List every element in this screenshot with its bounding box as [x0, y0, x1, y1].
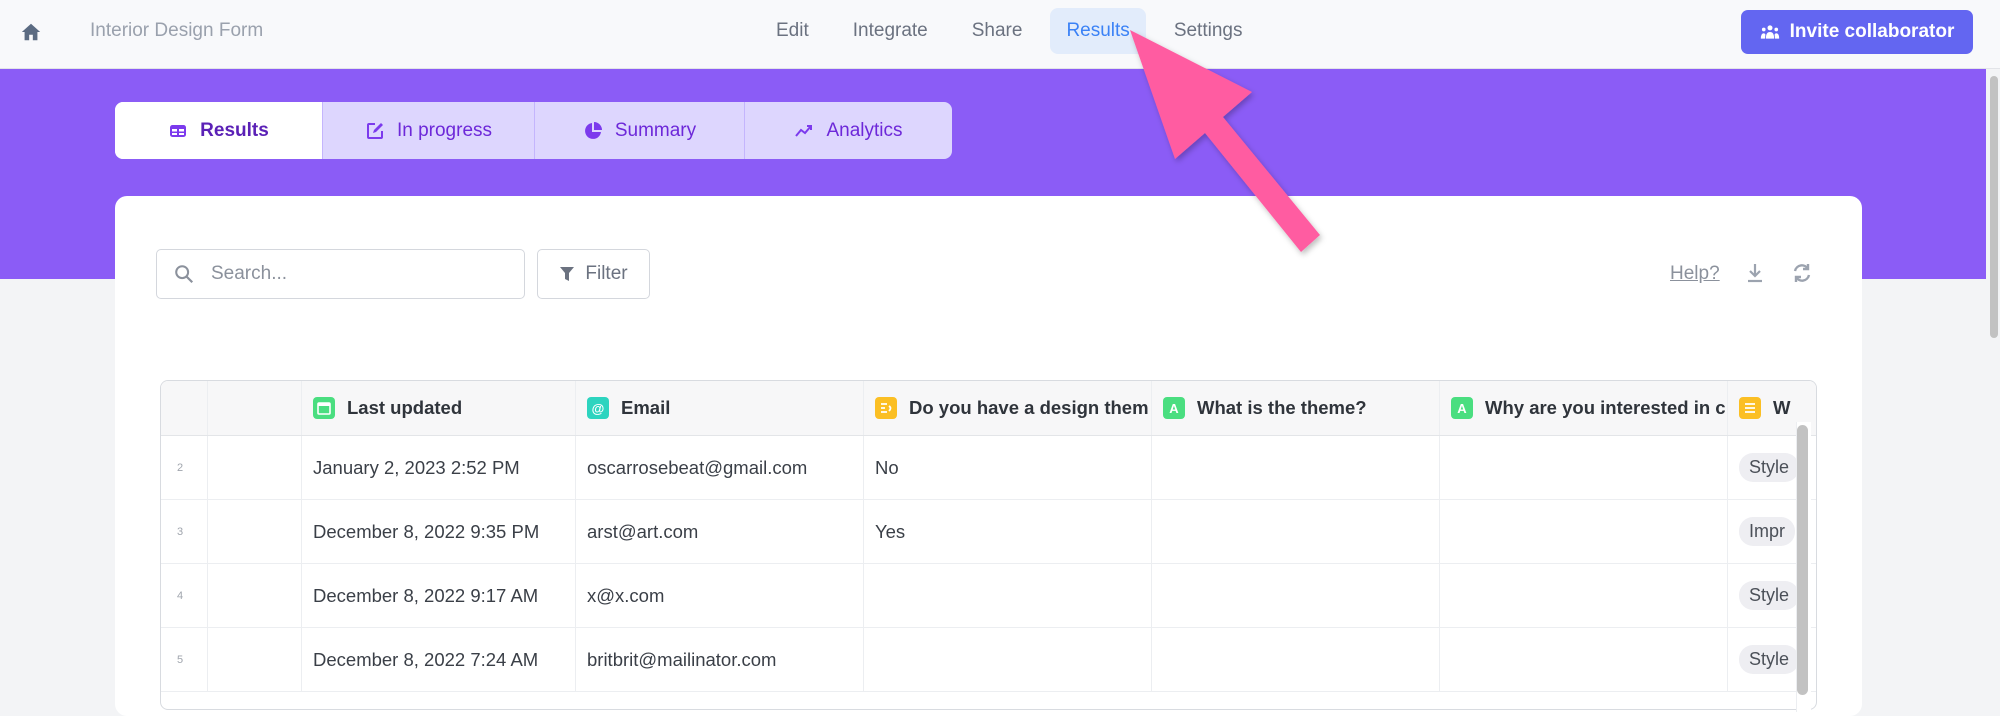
header-row-number — [161, 381, 208, 435]
cell-why-interested — [1440, 628, 1728, 691]
page-scrollbar-thumb[interactable] — [1990, 76, 1998, 338]
cell-why-interested — [1440, 564, 1728, 627]
calendar-icon — [313, 397, 335, 419]
header-email-label: Email — [621, 397, 671, 418]
cell-design-theme — [864, 564, 1152, 627]
row-select[interactable] — [208, 564, 302, 627]
form-title: Interior Design Form — [90, 20, 264, 41]
cell-theme — [1152, 500, 1440, 563]
search-input[interactable] — [209, 262, 493, 286]
top-navigation-bar: Interior Design Form Edit Integrate Shar… — [0, 0, 2000, 69]
home-icon[interactable] — [20, 21, 42, 43]
nav-edit[interactable]: Edit — [760, 8, 825, 54]
table-scrollbar-thumb[interactable] — [1797, 425, 1808, 695]
cell-last-updated: December 8, 2022 9:17 AM — [302, 564, 576, 627]
filter-label: Filter — [585, 263, 628, 284]
table-row[interactable]: 4 December 8, 2022 9:17 AM x@x.com Style — [161, 564, 1816, 628]
nav-integrate[interactable]: Integrate — [837, 8, 944, 54]
list-icon — [1739, 397, 1761, 419]
nav-share[interactable]: Share — [956, 8, 1039, 54]
header-theme-label: What is the theme? — [1197, 397, 1367, 418]
cell-why-interested — [1440, 436, 1728, 499]
header-design-theme[interactable]: Do you have a design them — [864, 381, 1152, 435]
header-last-updated-label: Last updated — [347, 397, 463, 418]
results-subtabs: Results In progress Summary Analytics — [115, 102, 952, 159]
header-design-theme-label: Do you have a design them — [909, 397, 1149, 418]
cell-email: x@x.com — [576, 564, 864, 627]
long-text-icon: A — [1451, 397, 1473, 419]
cell-design-theme: No — [864, 436, 1152, 499]
cell-last-updated: December 8, 2022 7:24 AM — [302, 628, 576, 691]
search-box[interactable] — [156, 249, 525, 299]
tag-pill: Style — [1739, 581, 1800, 610]
table-header-row: Last updated @ Email Do you have a desig… — [161, 381, 1816, 436]
filter-button[interactable]: Filter — [537, 249, 650, 299]
subtab-analytics-label: Analytics — [826, 119, 903, 141]
header-select — [208, 381, 302, 435]
row-number: 5 — [161, 628, 208, 691]
nav-results[interactable]: Results — [1050, 8, 1146, 54]
header-why-interested[interactable]: A Why are you interested in c — [1440, 381, 1728, 435]
cell-last-updated: December 8, 2022 9:35 PM — [302, 500, 576, 563]
cell-email: arst@art.com — [576, 500, 864, 563]
row-number: 3 — [161, 500, 208, 563]
download-icon[interactable] — [1745, 262, 1765, 284]
subtab-results-label: Results — [200, 119, 269, 141]
trend-up-icon — [795, 124, 813, 137]
subtab-in-progress-label: In progress — [396, 119, 493, 141]
subtab-summary[interactable]: Summary — [535, 102, 745, 159]
tag-pill: Style — [1739, 453, 1800, 482]
users-icon — [1760, 25, 1779, 39]
header-theme[interactable]: A What is the theme? — [1152, 381, 1440, 435]
row-number: 2 — [161, 436, 208, 499]
header-why-interested-label: Why are you interested in c — [1485, 397, 1726, 418]
subtab-results[interactable]: Results — [115, 102, 323, 159]
results-table: Last updated @ Email Do you have a desig… — [160, 380, 1817, 710]
table-row[interactable]: 3 December 8, 2022 9:35 PM arst@art.com … — [161, 500, 1816, 564]
cell-last-updated: January 2, 2023 2:52 PM — [302, 436, 576, 499]
yes-no-icon — [875, 397, 897, 419]
at-icon: @ — [587, 397, 609, 419]
header-email[interactable]: @ Email — [576, 381, 864, 435]
cell-theme — [1152, 436, 1440, 499]
row-number: 4 — [161, 564, 208, 627]
row-select[interactable] — [208, 436, 302, 499]
cell-email: britbrit@mailinator.com — [576, 628, 864, 691]
invite-collaborator-label: Invite collaborator — [1789, 21, 1955, 42]
cell-design-theme — [864, 628, 1152, 691]
subtab-in-progress[interactable]: In progress — [323, 102, 535, 159]
invite-collaborator-button[interactable]: Invite collaborator — [1741, 10, 1973, 54]
cell-theme — [1152, 628, 1440, 691]
edit-icon — [366, 122, 383, 139]
tag-pill: Impr — [1739, 517, 1795, 546]
help-link[interactable]: Help? — [1670, 263, 1720, 285]
row-select[interactable] — [208, 500, 302, 563]
cell-why-interested — [1440, 500, 1728, 563]
cell-design-theme: Yes — [864, 500, 1152, 563]
header-last-updated[interactable]: Last updated — [302, 381, 576, 435]
table-row[interactable]: 5 December 8, 2022 7:24 AM britbrit@mail… — [161, 628, 1816, 692]
row-select[interactable] — [208, 628, 302, 691]
table-row[interactable]: 2 January 2, 2023 2:52 PM oscarrosebeat@… — [161, 436, 1816, 500]
nav-settings[interactable]: Settings — [1158, 8, 1259, 54]
cell-email: oscarrosebeat@gmail.com — [576, 436, 864, 499]
pie-chart-icon — [584, 121, 602, 139]
subtab-analytics[interactable]: Analytics — [745, 102, 952, 159]
short-text-icon: A — [1163, 397, 1185, 419]
search-icon — [175, 265, 194, 284]
cell-theme — [1152, 564, 1440, 627]
tag-pill: Style — [1739, 645, 1800, 674]
header-w-label: W — [1773, 397, 1791, 418]
filter-icon — [560, 267, 575, 281]
refresh-icon[interactable] — [1791, 262, 1813, 284]
table-icon — [170, 124, 187, 137]
main-nav: Edit Integrate Share Results Settings — [760, 8, 1270, 54]
subtab-summary-label: Summary — [614, 119, 697, 141]
